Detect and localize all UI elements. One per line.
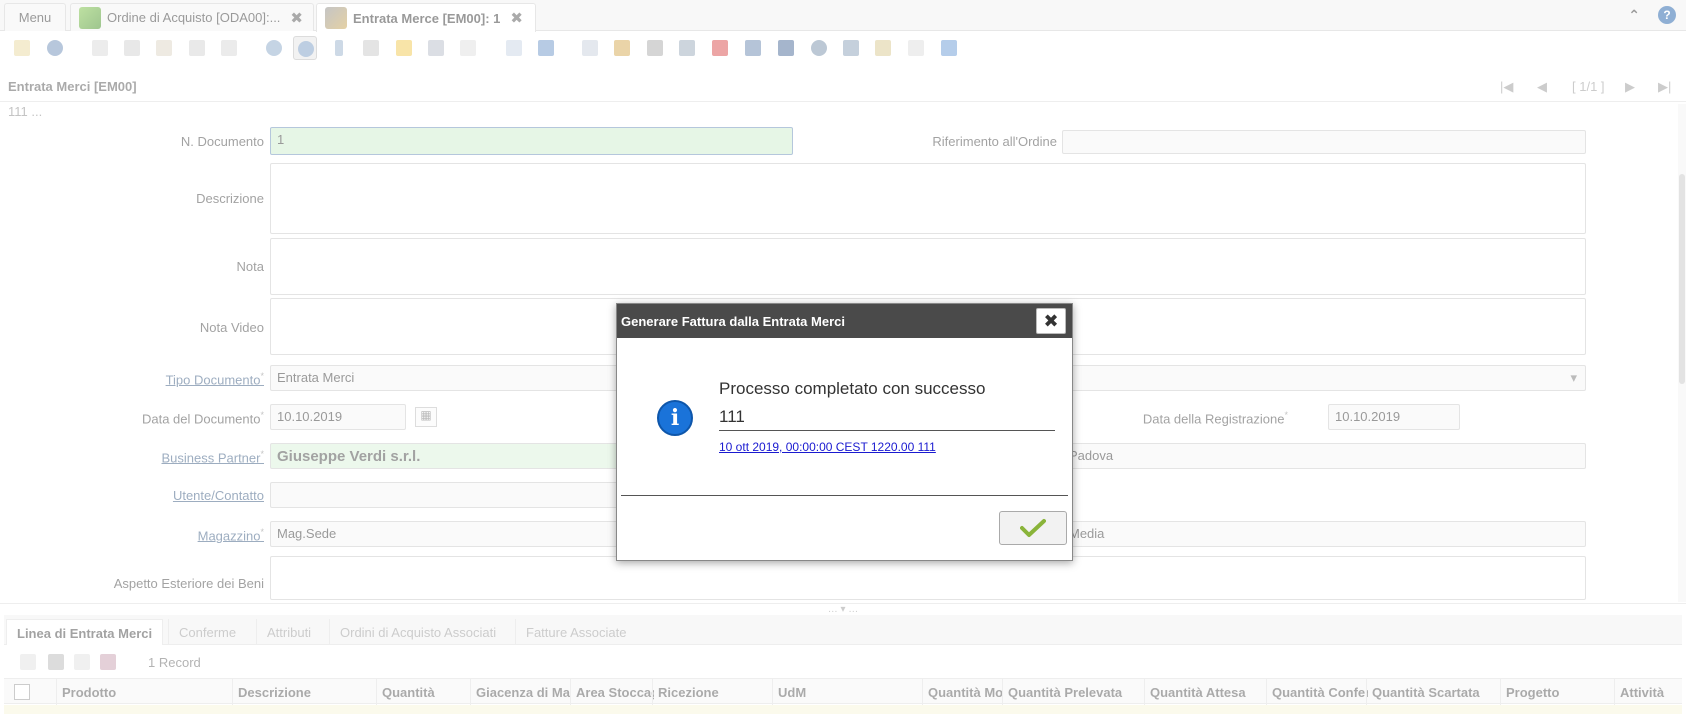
success-message: Processo completato con successo (719, 379, 986, 398)
invoice-link[interactable]: 10 ott 2019, 00:00:00 CEST 1220.00 111 (719, 440, 936, 454)
message-divider (719, 430, 1055, 431)
info-icon: i (657, 400, 693, 436)
dialog-divider (621, 495, 1068, 496)
dialog-title: Generare Fattura dalla Entrata Merci (617, 304, 1072, 338)
checkmark-icon (1020, 519, 1046, 537)
ok-button[interactable] (999, 511, 1067, 545)
process-result-dialog: Generare Fattura dalla Entrata Merci ✖ i… (616, 303, 1073, 561)
document-number: 111 (719, 407, 745, 426)
close-icon[interactable]: ✖ (1036, 308, 1066, 334)
